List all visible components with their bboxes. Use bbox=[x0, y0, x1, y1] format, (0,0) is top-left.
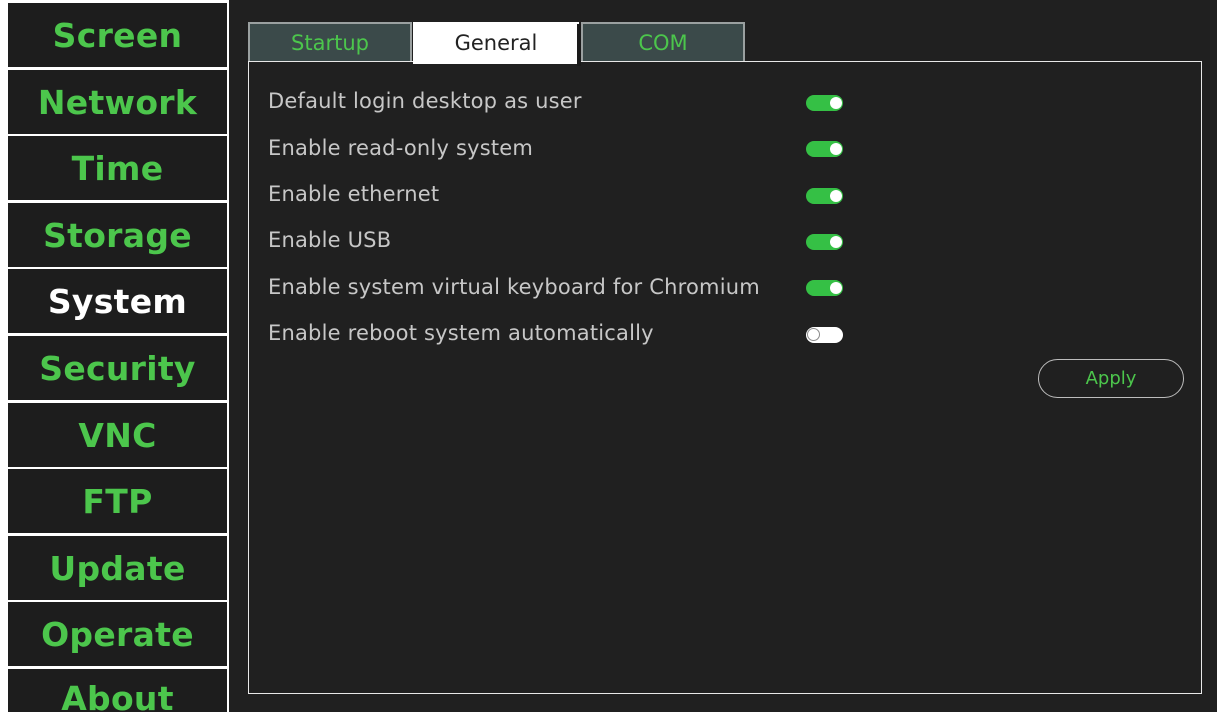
sidebar-item-ftp[interactable]: FTP bbox=[8, 469, 227, 533]
toggle-knob bbox=[830, 97, 842, 109]
toggle-knob bbox=[830, 190, 842, 202]
tab-general[interactable]: General bbox=[413, 22, 581, 66]
toggle-knob bbox=[830, 236, 842, 248]
setting-label-virtual-keyboard: Enable system virtual keyboard for Chrom… bbox=[268, 275, 760, 299]
sidebar-item-system[interactable]: System bbox=[8, 269, 227, 333]
sidebar-item-about[interactable]: About bbox=[8, 669, 227, 712]
setting-label-read-only: Enable read-only system bbox=[268, 136, 534, 160]
sidebar-item-operate[interactable]: Operate bbox=[8, 602, 227, 666]
apply-button[interactable]: Apply bbox=[1038, 359, 1184, 398]
toggle-knob bbox=[807, 328, 820, 341]
sidebar-item-vnc[interactable]: VNC bbox=[8, 403, 227, 467]
toggle-default-login[interactable] bbox=[806, 95, 843, 111]
toggle-auto-reboot[interactable] bbox=[806, 327, 843, 343]
toggle-usb[interactable] bbox=[806, 234, 843, 250]
settings-window: Screen Network Time Storage System Secur… bbox=[0, 0, 1217, 712]
setting-label-ethernet: Enable ethernet bbox=[268, 182, 440, 206]
toggle-knob bbox=[830, 143, 842, 155]
toggle-virtual-keyboard[interactable] bbox=[806, 280, 843, 296]
sidebar-item-update[interactable]: Update bbox=[8, 536, 227, 600]
setting-label-auto-reboot: Enable reboot system automatically bbox=[268, 321, 654, 345]
setting-label-default-login: Default login desktop as user bbox=[268, 89, 582, 113]
sidebar-item-network[interactable]: Network bbox=[8, 70, 227, 134]
tab-startup[interactable]: Startup bbox=[248, 22, 412, 62]
sidebar-item-storage[interactable]: Storage bbox=[8, 203, 227, 267]
setting-label-usb: Enable USB bbox=[268, 228, 392, 252]
tab-com[interactable]: COM bbox=[581, 22, 745, 62]
toggle-ethernet[interactable] bbox=[806, 188, 843, 204]
toggle-knob bbox=[830, 282, 842, 294]
sidebar-item-screen[interactable]: Screen bbox=[8, 3, 227, 67]
sidebar-item-time[interactable]: Time bbox=[8, 136, 227, 200]
sidebar-item-security[interactable]: Security bbox=[8, 336, 227, 400]
toggle-read-only[interactable] bbox=[806, 141, 843, 157]
sidebar: Screen Network Time Storage System Secur… bbox=[0, 0, 229, 712]
